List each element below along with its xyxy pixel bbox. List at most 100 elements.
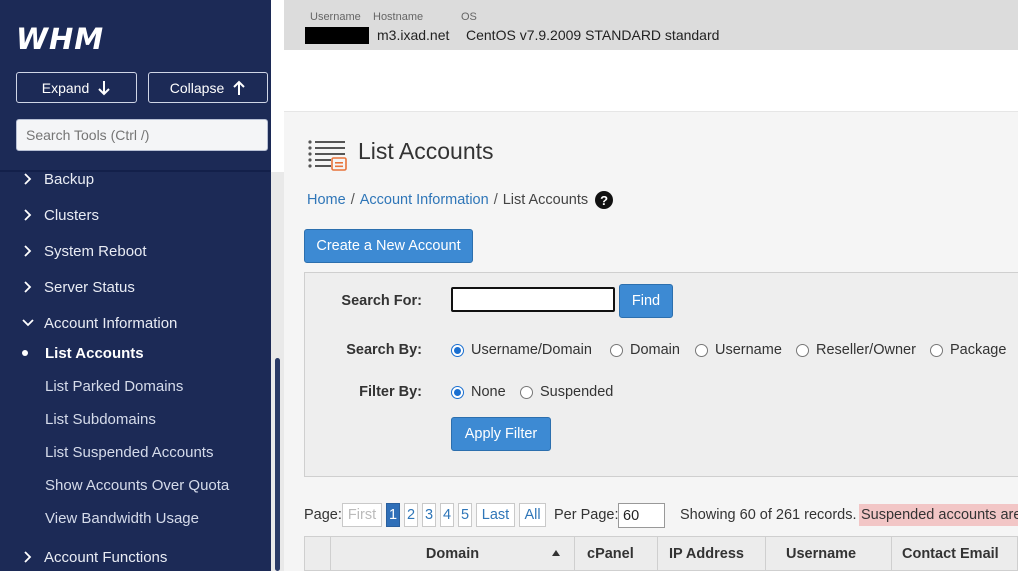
search-by-package[interactable]: Package [930,342,1006,358]
arrow-down-icon [98,80,110,95]
page-4-button[interactable]: 4 [440,503,454,527]
sidebar-item-label: Server Status [44,278,135,296]
filter-by-suspended[interactable]: Suspended [520,384,613,400]
chevron-right-icon [24,209,32,221]
apply-filter-button[interactable]: Apply Filter [451,417,551,451]
sidebar-item-label: Clusters [44,206,100,224]
sidebar-item-server-status[interactable]: Server Status [0,273,271,301]
sidebar-scrollbar-thumb[interactable] [275,358,280,571]
sidebar-subitem-list-accounts[interactable]: List Accounts [0,339,271,367]
radio-icon [520,385,533,399]
radio-label: None [471,384,506,400]
radio-label: Package [950,342,1007,358]
chevron-right-icon [24,551,32,563]
sidebar-subitem-label: List Parked Domains [45,377,184,395]
arrow-up-icon [233,80,245,95]
whm-logo[interactable]: WHM [16,22,104,56]
select-column-header[interactable] [305,537,331,570]
sidebar-subitem-label: List Suspended Accounts [45,443,214,461]
server-info-bar: Username Hostname OS m3.ixad.net CentOS … [284,0,1018,50]
breadcrumb-account-information[interactable]: Account Information [360,192,489,208]
column-label: IP Address [669,545,744,562]
radio-selected-icon [451,385,464,399]
sidebar-subitem-list-parked-domains[interactable]: List Parked Domains [0,372,271,400]
find-button[interactable]: Find [619,284,673,318]
page-title: List Accounts [358,138,494,164]
radio-icon [796,343,809,357]
page-2-button[interactable]: 2 [404,503,418,527]
column-cpanel[interactable]: cPanel [575,537,658,570]
search-for-label: Search For: [341,293,422,309]
radio-icon [695,343,708,357]
breadcrumb-current: List Accounts [502,192,589,208]
radio-icon [930,343,943,357]
hostname-value: m3.ixad.net [377,27,450,43]
sidebar-item-account-information[interactable]: Account Information [0,309,271,337]
help-icon[interactable]: ? [595,191,614,209]
expand-button[interactable]: Expand [16,72,137,103]
column-label: Domain [425,545,480,562]
page-5-button[interactable]: 5 [458,503,472,527]
create-account-button[interactable]: Create a New Account [304,229,473,263]
collapse-button[interactable]: Collapse [148,72,268,103]
breadcrumb-home[interactable]: Home [307,192,346,208]
radio-label: Domain [630,342,680,358]
radio-label: Username/Domain [471,342,592,358]
sidebar-item-clusters[interactable]: Clusters [0,201,271,229]
radio-label: Reseller/Owner [816,342,916,358]
search-by-reseller-owner[interactable]: Reseller/Owner [796,342,916,358]
search-input[interactable] [451,287,615,312]
accounts-table-header: Domain cPanel IP Address Username Contac… [304,536,1018,571]
column-domain[interactable]: Domain [331,537,575,570]
page-label: Page: [304,507,342,523]
sidebar-item-label: Account Information [44,314,178,332]
search-by-username-domain[interactable]: Username/Domain [451,342,592,358]
per-page-label: Per Page: [554,507,619,523]
chevron-right-icon [24,245,32,257]
sidebar-subitem-view-bandwidth-usage[interactable]: View Bandwidth Usage [0,504,271,532]
active-bullet-icon [22,350,28,356]
page-all-button[interactable]: All [519,503,546,527]
sidebar-item-label: System Reboot [44,242,147,260]
os-label: OS [461,11,477,23]
search-by-domain[interactable]: Domain [610,342,680,358]
sort-ascending-icon [552,550,560,556]
radio-label: Suspended [540,384,614,400]
sidebar-item-account-functions[interactable]: Account Functions [0,543,271,571]
column-label: Contact Email [902,545,999,562]
sidebar-item-label: Backup [44,170,95,188]
username-label: Username [310,11,361,23]
page-last-button[interactable]: Last [476,503,515,527]
chevron-down-icon [22,319,34,327]
expand-label: Expand [41,79,90,96]
radio-label: Username [715,342,782,358]
sidebar-subitem-list-suspended-accounts[interactable]: List Suspended Accounts [0,438,271,466]
list-accounts-icon [308,140,347,171]
search-by-username[interactable]: Username [695,342,782,358]
breadcrumb-separator: / [493,192,498,208]
page-1-button[interactable]: 1 [386,503,400,527]
search-tools-input[interactable] [16,119,268,151]
username-redacted [305,27,369,44]
radio-icon [610,343,623,357]
filter-by-none[interactable]: None [451,384,506,400]
sidebar-item-backup[interactable]: Backup [0,165,271,193]
page-3-button[interactable]: 3 [422,503,436,527]
filter-by-label: Filter By: [359,384,422,400]
hostname-label: Hostname [373,11,424,23]
sidebar-subitem-show-accounts-over-quota[interactable]: Show Accounts Over Quota [0,471,271,499]
sidebar-item-label: Account Functions [44,548,168,566]
column-username[interactable]: Username [766,537,892,570]
column-ip-address[interactable]: IP Address [658,537,766,570]
chevron-right-icon [24,173,32,185]
per-page-input[interactable] [618,503,665,528]
sidebar-subitem-label: List Accounts [45,344,144,362]
suspended-legend: Suspended accounts are [859,504,1018,526]
page-first-button: First [342,503,382,527]
sidebar-subitem-list-subdomains[interactable]: List Subdomains [0,405,271,433]
sidebar: WHM Expand Collapse Backup Clusters Syst… [0,0,284,571]
sidebar-item-system-reboot[interactable]: System Reboot [0,237,271,265]
os-value: CentOS v7.9.2009 STANDARD standard [466,27,720,43]
breadcrumb: Home / Account Information / List Accoun… [307,191,614,209]
column-contact-email[interactable]: Contact Email [892,537,1017,570]
